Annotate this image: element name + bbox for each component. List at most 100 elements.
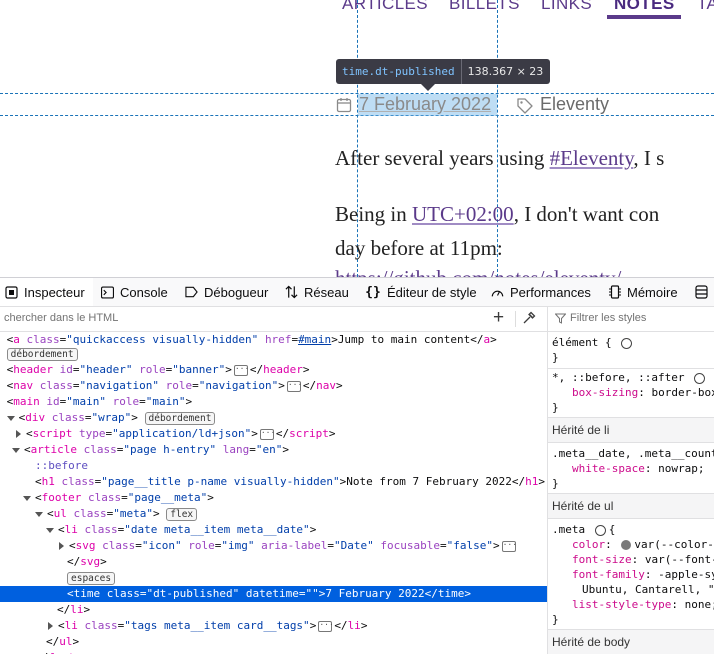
markup-row[interactable]: <h1 class="page__title p-name visually-h… bbox=[0, 474, 547, 490]
rule-meta-date[interactable]: .meta__date, .meta__count bbox=[552, 446, 714, 461]
inherited-li-header: Hérité de li bbox=[548, 417, 714, 443]
network-icon bbox=[285, 285, 298, 299]
rule-universal[interactable]: *, ::before, ::after bbox=[552, 370, 708, 385]
github-link[interactable]: https://github.com/notes/eleventy/ bbox=[335, 266, 621, 277]
infobar-dimensions: 138.367 × 23 bbox=[467, 65, 544, 78]
tab-label: Réseau bbox=[304, 284, 349, 300]
rule-decl[interactable]: font-size: var(--font- bbox=[572, 552, 714, 567]
markup-row[interactable]: <li class="date meta__item meta__date"> bbox=[0, 522, 547, 538]
paragraph-3: day before at 11pm: bbox=[335, 236, 503, 260]
tab-debogueur[interactable]: Débogueur bbox=[185, 278, 268, 306]
rule-decl[interactable]: font-family: -apple-sy bbox=[572, 567, 714, 582]
tag-link-eleventy[interactable]: Eleventy bbox=[540, 94, 609, 115]
markup-row[interactable]: <footer class="page__meta"> bbox=[0, 490, 547, 506]
rules-filter-input[interactable]: Filtrer les styles bbox=[570, 312, 646, 324]
tag-icon bbox=[517, 98, 533, 114]
overflow-badge[interactable]: débordement bbox=[6, 347, 78, 361]
whitespace-badge[interactable]: espaces bbox=[67, 571, 116, 585]
infobar-arrow bbox=[421, 84, 435, 91]
markup-row[interactable]: <nav class="navigation" role="navigation… bbox=[0, 378, 547, 394]
nav-item-articles[interactable]: ARTICLES bbox=[342, 0, 428, 14]
paragraph-4: https://github.com/notes/eleventy/ bbox=[335, 266, 621, 277]
paragraph-2-text: Being in bbox=[335, 202, 412, 226]
markup-row[interactable]: <svg class="icon" role="img" aria-label=… bbox=[0, 538, 547, 554]
published-date: 7 February 2022 bbox=[359, 94, 492, 114]
tab-memoire[interactable]: Mémoire bbox=[608, 278, 678, 306]
markup-row[interactable]: </footer> bbox=[0, 650, 547, 654]
tab-performances[interactable]: Performances bbox=[491, 278, 591, 306]
nav-item-links[interactable]: LINKS bbox=[541, 0, 592, 14]
memory-icon bbox=[608, 285, 621, 299]
tab-editeur-de-style[interactable]: {} Éditeur de style bbox=[365, 278, 477, 306]
rule-meta[interactable]: .meta { bbox=[552, 522, 615, 537]
devtools-tabbar: Inspecteur Console Débogueur Réseau {} É… bbox=[0, 278, 714, 307]
rule-decl[interactable]: box-sizing: border-box bbox=[572, 385, 714, 400]
gear-icon[interactable] bbox=[594, 524, 606, 536]
markup-row[interactable]: </ul> bbox=[0, 634, 547, 650]
markup-row[interactable]: <li class="tags meta__item card__tags"> ·… bbox=[0, 618, 547, 634]
style-editor-icon: {} bbox=[365, 284, 381, 300]
color-swatch[interactable] bbox=[621, 540, 632, 550]
tab-overflow[interactable] bbox=[695, 278, 714, 306]
tab-label: Console bbox=[120, 284, 168, 300]
element-infobar: time.dt-published 138.367 × 23 bbox=[336, 59, 551, 84]
markup-row[interactable]: ::before bbox=[0, 458, 547, 474]
gear-icon[interactable] bbox=[621, 337, 633, 349]
filter-icon bbox=[555, 313, 566, 324]
flex-badge[interactable]: flex bbox=[166, 507, 198, 521]
markup-row[interactable]: </svg> bbox=[0, 554, 547, 570]
markup-toolbar: chercher dans le HTML + bbox=[0, 307, 547, 332]
eyedropper-icon[interactable] bbox=[522, 311, 536, 325]
markup-row[interactable]: <main id="main" role="main"> bbox=[0, 394, 547, 410]
rule-decl[interactable]: list-style-type: none; bbox=[572, 597, 714, 612]
markup-row: débordement bbox=[0, 346, 547, 362]
performance-icon bbox=[491, 286, 504, 299]
rule-decl-continued: Ubuntu, Cantarell, " bbox=[582, 583, 714, 596]
markup-row: espaces bbox=[0, 570, 547, 586]
debugger-icon bbox=[185, 286, 198, 299]
markup-row[interactable]: <script type="application/ld+json"> ···</… bbox=[0, 426, 547, 442]
tab-inspecteur[interactable]: Inspecteur bbox=[0, 278, 93, 306]
rule-element[interactable]: élément { bbox=[552, 335, 635, 350]
markup-row[interactable]: <div class="wrap"> débordement bbox=[0, 410, 547, 426]
toolbar-separator bbox=[515, 311, 516, 327]
overflow-badge[interactable]: débordement bbox=[144, 411, 216, 425]
nav-item-billets[interactable]: BILLETS bbox=[449, 0, 520, 14]
markup-search-input[interactable]: chercher dans le HTML bbox=[4, 312, 118, 324]
tab-label: Débogueur bbox=[204, 284, 269, 300]
markup-row[interactable]: <article class="page h-entry" lang="en"> bbox=[0, 442, 547, 458]
add-node-button[interactable]: + bbox=[493, 308, 504, 328]
tab-label: Performances bbox=[510, 284, 591, 300]
inherited-body-header: Hérité de body bbox=[548, 629, 714, 654]
devtools-panel: Inspecteur Console Débogueur Réseau {} É… bbox=[0, 277, 714, 654]
hashtag-link-eleventy[interactable]: #Eleventy bbox=[550, 146, 634, 170]
rule-decl[interactable]: white-space: nowrap; bbox=[572, 461, 704, 476]
rule-close: } bbox=[552, 613, 559, 626]
markup-row-selected[interactable]: <time class="dt-published" datetime="">7… bbox=[0, 586, 547, 602]
rule-close: } bbox=[552, 401, 559, 414]
storage-icon bbox=[695, 285, 708, 299]
nav-active-underline bbox=[607, 15, 681, 19]
nav-item-ta[interactable]: TA bbox=[697, 0, 714, 14]
rule-close: } bbox=[552, 477, 559, 490]
markup-row[interactable]: <header id="header" role="banner"> ···</h… bbox=[0, 362, 547, 378]
markup-row[interactable]: <ul class="meta"> flex bbox=[0, 506, 547, 522]
timezone-link[interactable]: UTC+02:00 bbox=[412, 202, 514, 226]
tab-reseau[interactable]: Réseau bbox=[285, 278, 349, 306]
gear-icon[interactable] bbox=[694, 372, 706, 384]
calendar-icon bbox=[336, 98, 352, 113]
paragraph-2: Being in UTC+02:00, I don't want con bbox=[335, 202, 659, 227]
inherited-ul-header: Hérité de ul bbox=[548, 493, 714, 519]
inspector-icon bbox=[5, 285, 18, 299]
rules-pane: Filtrer les styles élément { } *, ::befo… bbox=[548, 307, 714, 654]
tab-label: Éditeur de style bbox=[387, 284, 477, 300]
page-viewport: ARTICLES BILLETS LINKS NOTES TA time.dt-… bbox=[0, 0, 714, 277]
tab-label: Mémoire bbox=[627, 284, 678, 300]
paragraph-2-text-end: , I don't want con bbox=[513, 202, 660, 226]
markup-row[interactable]: </li> bbox=[0, 602, 547, 618]
rule-divider bbox=[548, 368, 714, 369]
highlighter-guide-bottom bbox=[0, 115, 714, 116]
tab-console[interactable]: Console bbox=[101, 278, 168, 306]
nav-item-notes[interactable]: NOTES bbox=[614, 0, 675, 14]
rule-decl[interactable]: color: var(--color- bbox=[572, 537, 714, 552]
